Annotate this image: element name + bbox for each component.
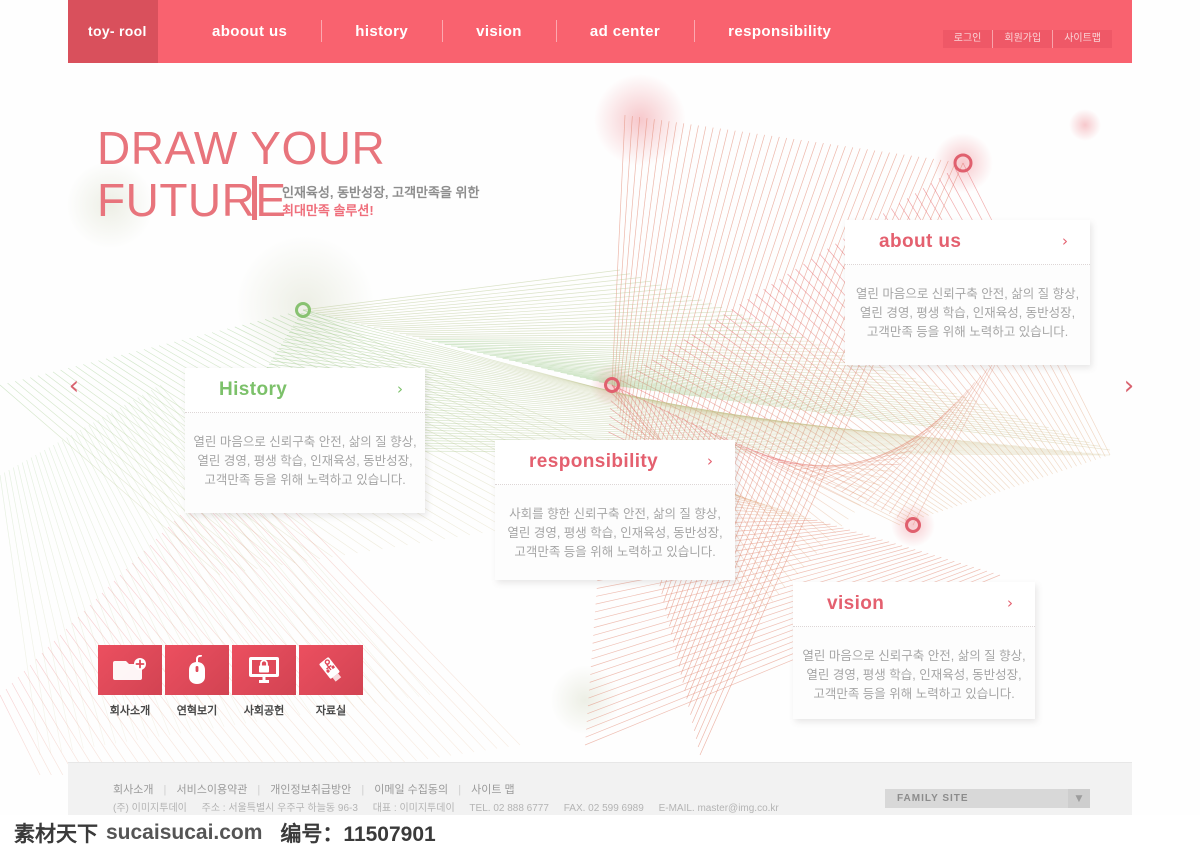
main-menu: aboout us history vision ad center respo…: [178, 0, 865, 63]
footer-ceo: 대표 : 이미지투데이: [372, 803, 455, 814]
footer-company-info: (주) 이미지투데이 주소 : 서울특별시 우주구 하늘동 96-3 대표 : …: [113, 799, 791, 814]
nav-item-about-us[interactable]: aboout us: [178, 0, 321, 63]
slider-prev-icon[interactable]: ‹: [60, 372, 88, 400]
nav-item-vision[interactable]: vision: [442, 0, 556, 63]
nav-item-ad-center[interactable]: ad center: [555, 0, 694, 63]
footer-address: 주소 : 서울특별시 우주구 하늘동 96-3: [201, 803, 358, 814]
quick-link-company-intro[interactable]: 회사소개: [98, 645, 162, 718]
slider-next-icon[interactable]: ›: [1115, 372, 1143, 400]
quick-link-bar: 회사소개 연혁보기 사회공헌 자료실: [98, 645, 366, 718]
hero-subtitle-line1: 인재육성, 동반성장, 고객만족을 위한: [282, 185, 480, 200]
card-responsibility[interactable]: responsibility › 사회를 향한 신뢰구축 안전, 삶의 질 향상…: [495, 440, 735, 580]
card-text-line: 열린 마음으로 신뢰구축 안전, 삶의 질 향상,: [855, 287, 1080, 301]
page-root: toy- rool aboout us history vision ad ce…: [0, 0, 1200, 851]
nav-item-responsibility[interactable]: responsibility: [694, 0, 865, 63]
card-body: 열린 마음으로 신뢰구축 안전, 삶의 질 향상, 열린 경영, 평생 학습, …: [793, 627, 1035, 726]
footer-link-list: 회사소개 | 서비스이용약관 | 개인정보취급방안 | 이메일 수집동의 | 사…: [113, 781, 515, 797]
site-logo[interactable]: toy- rool: [68, 0, 158, 63]
card-history[interactable]: History › 열린 마음으로 신뢰구축 안전, 삶의 질 향상, 열린 경…: [185, 368, 425, 513]
card-text-line: 고객만족 등을 위해 노력하고 있습니다.: [204, 473, 406, 487]
chevron-right-icon[interactable]: ›: [1062, 232, 1068, 250]
footer-separator: |: [458, 784, 462, 796]
card-text-line: 사회를 향한 신뢰구축 안전, 삶의 질 향상,: [509, 507, 721, 521]
footer-link-email-consent[interactable]: 이메일 수집동의: [374, 784, 448, 796]
watermark-site-url: sucaisucai.com: [106, 821, 263, 844]
footer-company-name: (주) 이미지투데이: [113, 803, 187, 814]
signup-button[interactable]: 회원가입: [993, 30, 1054, 48]
quick-link-history-view[interactable]: 연혁보기: [165, 645, 229, 718]
card-vision[interactable]: vision › 열린 마음으로 신뢰구축 안전, 삶의 질 향상, 열린 경영…: [793, 582, 1035, 719]
chevron-right-icon[interactable]: ›: [707, 452, 713, 470]
mouse-icon: [165, 645, 229, 695]
nav-item-history[interactable]: history: [321, 0, 442, 63]
card-text-line: 고객만족 등을 위해 노력하고 있습니다.: [813, 687, 1015, 701]
footer-fax: FAX. 02 599 6989: [563, 803, 644, 814]
card-title: about us: [879, 231, 962, 252]
card-text-line: 고객만족 등을 위해 노력하고 있습니다.: [514, 545, 716, 559]
card-text-line: 열린 경영, 평생 학습, 인재육성, 동반성장,: [859, 306, 1076, 320]
card-header: about us ›: [845, 220, 1090, 265]
watermark-site-cn: 素材天下: [14, 823, 98, 846]
chevron-right-icon[interactable]: ›: [397, 380, 403, 398]
card-about-us[interactable]: about us › 열린 마음으로 신뢰구축 안전, 삶의 질 향상, 열린 …: [845, 220, 1090, 365]
quick-link-label: 사회공헌: [243, 705, 285, 717]
family-site-label: FAMILY SITE: [897, 793, 969, 804]
page-canvas: toy- rool aboout us history vision ad ce…: [0, 0, 1200, 815]
card-body: 열린 마음으로 신뢰구축 안전, 삶의 질 향상, 열린 경영, 평생 학습, …: [185, 413, 425, 512]
card-text-line: 열린 경영, 평생 학습, 인재육성, 동반성장,: [507, 526, 723, 540]
quick-link-data-room[interactable]: 자료실: [299, 645, 363, 718]
footer-link-sitemap[interactable]: 사이트 맵: [471, 784, 515, 796]
footer-separator: |: [163, 784, 167, 796]
site-footer: 회사소개 | 서비스이용약관 | 개인정보취급방안 | 이메일 수집동의 | 사…: [68, 762, 1132, 815]
card-text-line: 고객만족 등을 위해 노력하고 있습니다.: [866, 325, 1069, 339]
footer-link-terms[interactable]: 서비스이용약관: [176, 784, 247, 796]
footer-separator: |: [257, 784, 261, 796]
quick-link-label: 회사소개: [109, 705, 151, 717]
family-site-select[interactable]: FAMILY SITE ▼: [885, 789, 1090, 808]
card-text-line: 열린 마음으로 신뢰구축 안전, 삶의 질 향상,: [802, 649, 1026, 663]
card-body: 열린 마음으로 신뢰구축 안전, 삶의 질 향상, 열린 경영, 평생 학습, …: [845, 265, 1090, 364]
card-text-line: 열린 마음으로 신뢰구축 안전, 삶의 질 향상,: [193, 435, 417, 449]
top-navigation-bar: toy- rool aboout us history vision ad ce…: [68, 0, 1132, 63]
quick-link-social-contribution[interactable]: 사회공헌: [232, 645, 296, 718]
headline-divider-bar: [252, 176, 257, 220]
card-title: History: [219, 379, 288, 400]
monitor-lock-icon: [232, 645, 296, 695]
footer-separator: |: [361, 784, 365, 796]
card-title: responsibility: [529, 451, 659, 472]
utility-menu: 로그인 회원가입 사이트맵: [942, 30, 1112, 48]
login-button[interactable]: 로그인: [942, 30, 994, 48]
card-header: responsibility ›: [495, 440, 735, 485]
card-title: vision: [827, 593, 885, 614]
card-header: vision ›: [793, 582, 1035, 627]
quick-link-label: 자료실: [315, 705, 347, 717]
quick-link-label: 연혁보기: [176, 705, 218, 717]
watermark-bar: 素材天下 sucaisucai.com 编号：11507901: [0, 815, 1200, 851]
card-text-line: 열린 경영, 평생 학습, 인재육성, 동반성장,: [197, 454, 413, 468]
hero-subtitle-line2: 최대만족 솔루션!: [282, 203, 374, 218]
footer-tel: TEL. 02 888 6777: [469, 803, 549, 814]
sitemap-button[interactable]: 사이트맵: [1053, 30, 1112, 48]
card-body: 사회를 향한 신뢰구축 안전, 삶의 질 향상, 열린 경영, 평생 학습, 인…: [495, 485, 735, 584]
footer-link-privacy[interactable]: 개인정보취급방안: [270, 784, 351, 796]
footer-link-company[interactable]: 회사소개: [113, 784, 153, 796]
card-header: History ›: [185, 368, 425, 413]
chevron-right-icon[interactable]: ›: [1007, 594, 1013, 612]
card-text-line: 열린 경영, 평생 학습, 인재육성, 동반성장,: [806, 668, 1022, 682]
folder-add-icon: [98, 645, 162, 695]
footer-email: E-MAIL. master@img.co.kr: [658, 803, 779, 814]
chevron-down-icon[interactable]: ▼: [1068, 789, 1090, 808]
watermark-code: 编号：11507901: [280, 823, 436, 846]
usb-drive-icon: [299, 645, 363, 695]
